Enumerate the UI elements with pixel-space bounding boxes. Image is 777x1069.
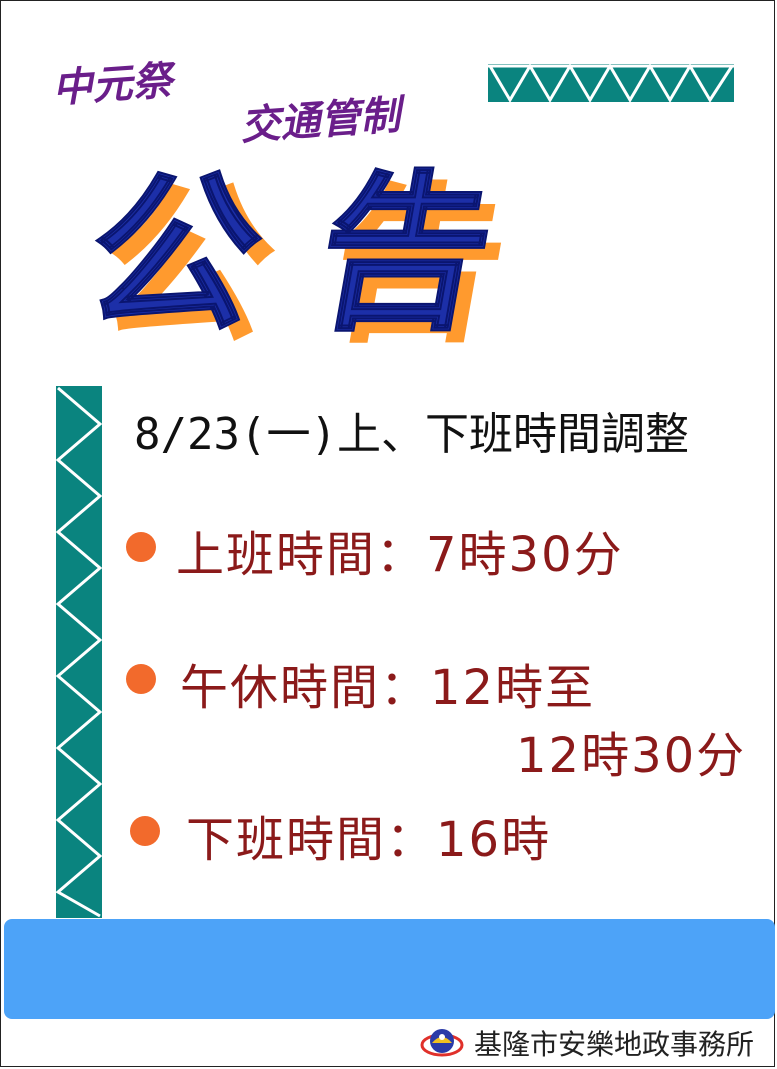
announcement-headline: 公告 公告: [72, 155, 690, 366]
bullet-dot: [130, 816, 160, 846]
zigzag-side-strip: [56, 386, 102, 918]
lunch-break-end: 12時30分: [516, 728, 747, 784]
work-end-time: 下班時間：16時: [186, 812, 552, 868]
land-office-logo-icon: [420, 1029, 464, 1057]
bullet-dot: [126, 664, 156, 694]
headline-text: 公告: [72, 155, 569, 355]
event-title: 中元祭: [50, 57, 174, 113]
event-subtitle: 交通管制: [238, 92, 402, 150]
bottom-color-band: [4, 919, 775, 1019]
schedule-change-date: 8/23(一)上、下班時間調整: [134, 409, 689, 460]
zigzag-banner-top: [488, 64, 734, 102]
organization-name: 基隆市安樂地政事務所: [474, 1028, 755, 1061]
footer: 基隆市安樂地政事務所: [420, 1019, 754, 1067]
lunch-break-time: 午休時間：12時至: [180, 660, 596, 716]
bullet-dot: [126, 532, 156, 562]
work-start-time: 上班時間：7時30分: [176, 527, 624, 583]
